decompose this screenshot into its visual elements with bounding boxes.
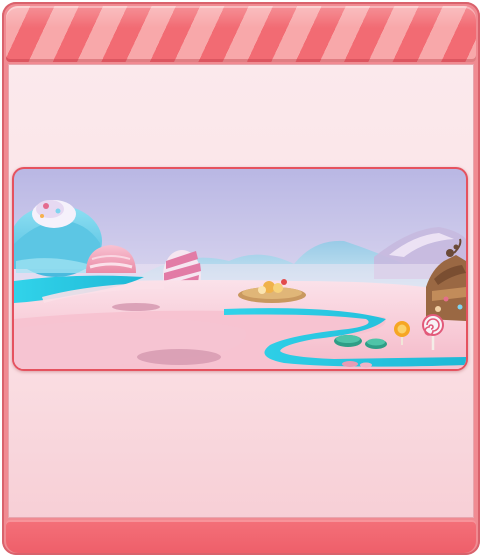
popup-footer bbox=[6, 520, 476, 553]
scene-frame bbox=[12, 167, 468, 371]
candy-land-scene[interactable] bbox=[14, 169, 466, 369]
popup-header bbox=[6, 6, 476, 62]
